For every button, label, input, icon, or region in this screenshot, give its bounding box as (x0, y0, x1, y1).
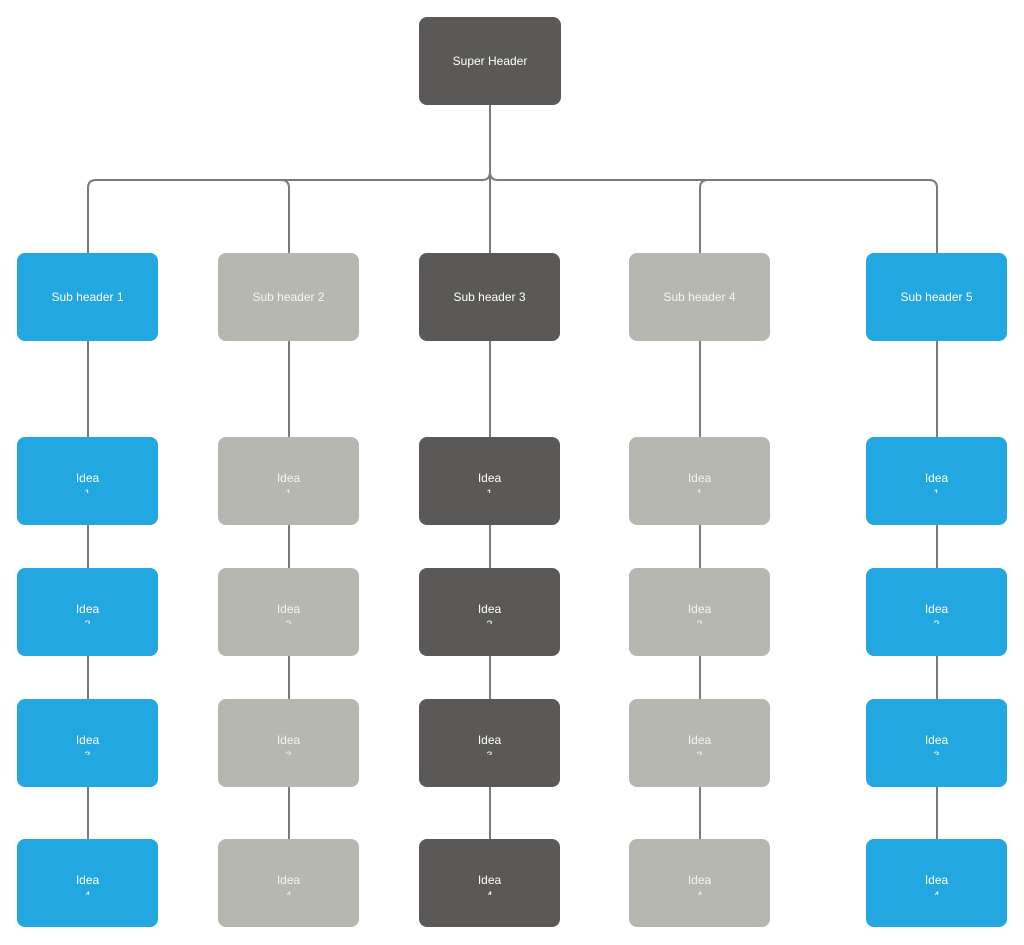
idea-node-1-3[interactable]: Idea3 (17, 699, 158, 787)
idea-text: Idea2 (925, 601, 948, 624)
sub-header-node-2[interactable]: Sub header 2 (218, 253, 359, 341)
sub-header-node-1[interactable]: Sub header 1 (17, 253, 158, 341)
idea-node-2-2[interactable]: Idea2 (218, 568, 359, 656)
idea-number: 2 (84, 617, 90, 624)
idea-node-5-4[interactable]: Idea4 (866, 839, 1007, 927)
idea-node-5-3[interactable]: Idea3 (866, 699, 1007, 787)
idea-number: 1 (696, 486, 702, 493)
idea-text: Idea3 (478, 732, 501, 755)
idea-text: Idea1 (76, 470, 99, 493)
idea-label: Idea (276, 470, 301, 485)
idea-number: 2 (933, 617, 939, 624)
idea-text: Idea1 (925, 470, 948, 493)
idea-label: Idea (75, 601, 100, 616)
idea-label: Idea (276, 601, 301, 616)
idea-text: Idea3 (277, 732, 300, 755)
drop-line-2 (280, 179, 290, 253)
idea-text: Idea3 (688, 732, 711, 755)
idea-label: Idea (477, 601, 502, 616)
idea-label: Idea (276, 872, 301, 887)
idea-label: Idea (75, 872, 100, 887)
idea-number: 4 (285, 888, 291, 895)
idea-node-4-1[interactable]: Idea1 (629, 437, 770, 525)
idea-node-1-4[interactable]: Idea4 (17, 839, 158, 927)
idea-node-4-3[interactable]: Idea3 (629, 699, 770, 787)
idea-node-5-2[interactable]: Idea2 (866, 568, 1007, 656)
idea-node-3-3[interactable]: Idea3 (419, 699, 560, 787)
idea-number: 4 (84, 888, 90, 895)
drop-line-4 (699, 179, 709, 253)
idea-number: 3 (933, 748, 939, 755)
idea-node-1-2[interactable]: Idea2 (17, 568, 158, 656)
idea-text: Idea4 (925, 872, 948, 895)
idea-node-5-1[interactable]: Idea1 (866, 437, 1007, 525)
idea-number: 1 (486, 486, 492, 493)
idea-number: 2 (285, 617, 291, 624)
idea-label: Idea (477, 470, 502, 485)
idea-number: 2 (696, 617, 702, 624)
idea-node-2-3[interactable]: Idea3 (218, 699, 359, 787)
idea-label: Idea (477, 732, 502, 747)
super-header-label: Super Header (452, 54, 528, 68)
idea-label: Idea (687, 732, 712, 747)
idea-text: Idea2 (76, 601, 99, 624)
sub-header-label: Sub header 2 (252, 290, 325, 304)
idea-number: 1 (84, 486, 90, 493)
idea-text: Idea3 (76, 732, 99, 755)
idea-text: Idea4 (688, 872, 711, 895)
idea-number: 1 (285, 486, 291, 493)
idea-number: 4 (486, 888, 492, 895)
idea-text: Idea2 (688, 601, 711, 624)
idea-node-3-1[interactable]: Idea1 (419, 437, 560, 525)
idea-text: Idea1 (688, 470, 711, 493)
idea-label: Idea (75, 470, 100, 485)
idea-number: 4 (696, 888, 702, 895)
idea-text: Idea2 (277, 601, 300, 624)
sub-header-label: Sub header 1 (51, 290, 124, 304)
idea-node-2-4[interactable]: Idea4 (218, 839, 359, 927)
idea-number: 3 (486, 748, 492, 755)
idea-number: 3 (285, 748, 291, 755)
idea-text: Idea4 (277, 872, 300, 895)
idea-node-4-2[interactable]: Idea2 (629, 568, 770, 656)
idea-node-3-2[interactable]: Idea2 (419, 568, 560, 656)
sub-header-node-3[interactable]: Sub header 3 (419, 253, 560, 341)
idea-node-2-1[interactable]: Idea1 (218, 437, 359, 525)
sub-header-node-4[interactable]: Sub header 4 (629, 253, 770, 341)
idea-label: Idea (687, 601, 712, 616)
sub-header-label: Sub header 3 (453, 290, 526, 304)
idea-label: Idea (924, 732, 949, 747)
idea-text: Idea4 (478, 872, 501, 895)
idea-number: 2 (486, 617, 492, 624)
idea-number: 1 (933, 486, 939, 493)
idea-label: Idea (687, 470, 712, 485)
idea-number: 3 (84, 748, 90, 755)
idea-label: Idea (924, 872, 949, 887)
idea-text: Idea2 (478, 601, 501, 624)
idea-text: Idea1 (478, 470, 501, 493)
idea-label: Idea (687, 872, 712, 887)
idea-label: Idea (924, 470, 949, 485)
idea-text: Idea4 (76, 872, 99, 895)
idea-label: Idea (75, 732, 100, 747)
idea-number: 3 (696, 748, 702, 755)
idea-node-3-4[interactable]: Idea4 (419, 839, 560, 927)
sub-header-label: Sub header 5 (900, 290, 973, 304)
idea-text: Idea1 (277, 470, 300, 493)
idea-label: Idea (924, 601, 949, 616)
bar-right (489, 171, 938, 253)
idea-text: Idea3 (925, 732, 948, 755)
idea-node-4-4[interactable]: Idea4 (629, 839, 770, 927)
idea-node-1-1[interactable]: Idea1 (17, 437, 158, 525)
idea-number: 4 (933, 888, 939, 895)
super-header-node[interactable]: Super Header (419, 17, 561, 105)
idea-label: Idea (477, 872, 502, 887)
idea-label: Idea (276, 732, 301, 747)
sub-header-label: Sub header 4 (663, 290, 736, 304)
sub-header-node-5[interactable]: Sub header 5 (866, 253, 1007, 341)
